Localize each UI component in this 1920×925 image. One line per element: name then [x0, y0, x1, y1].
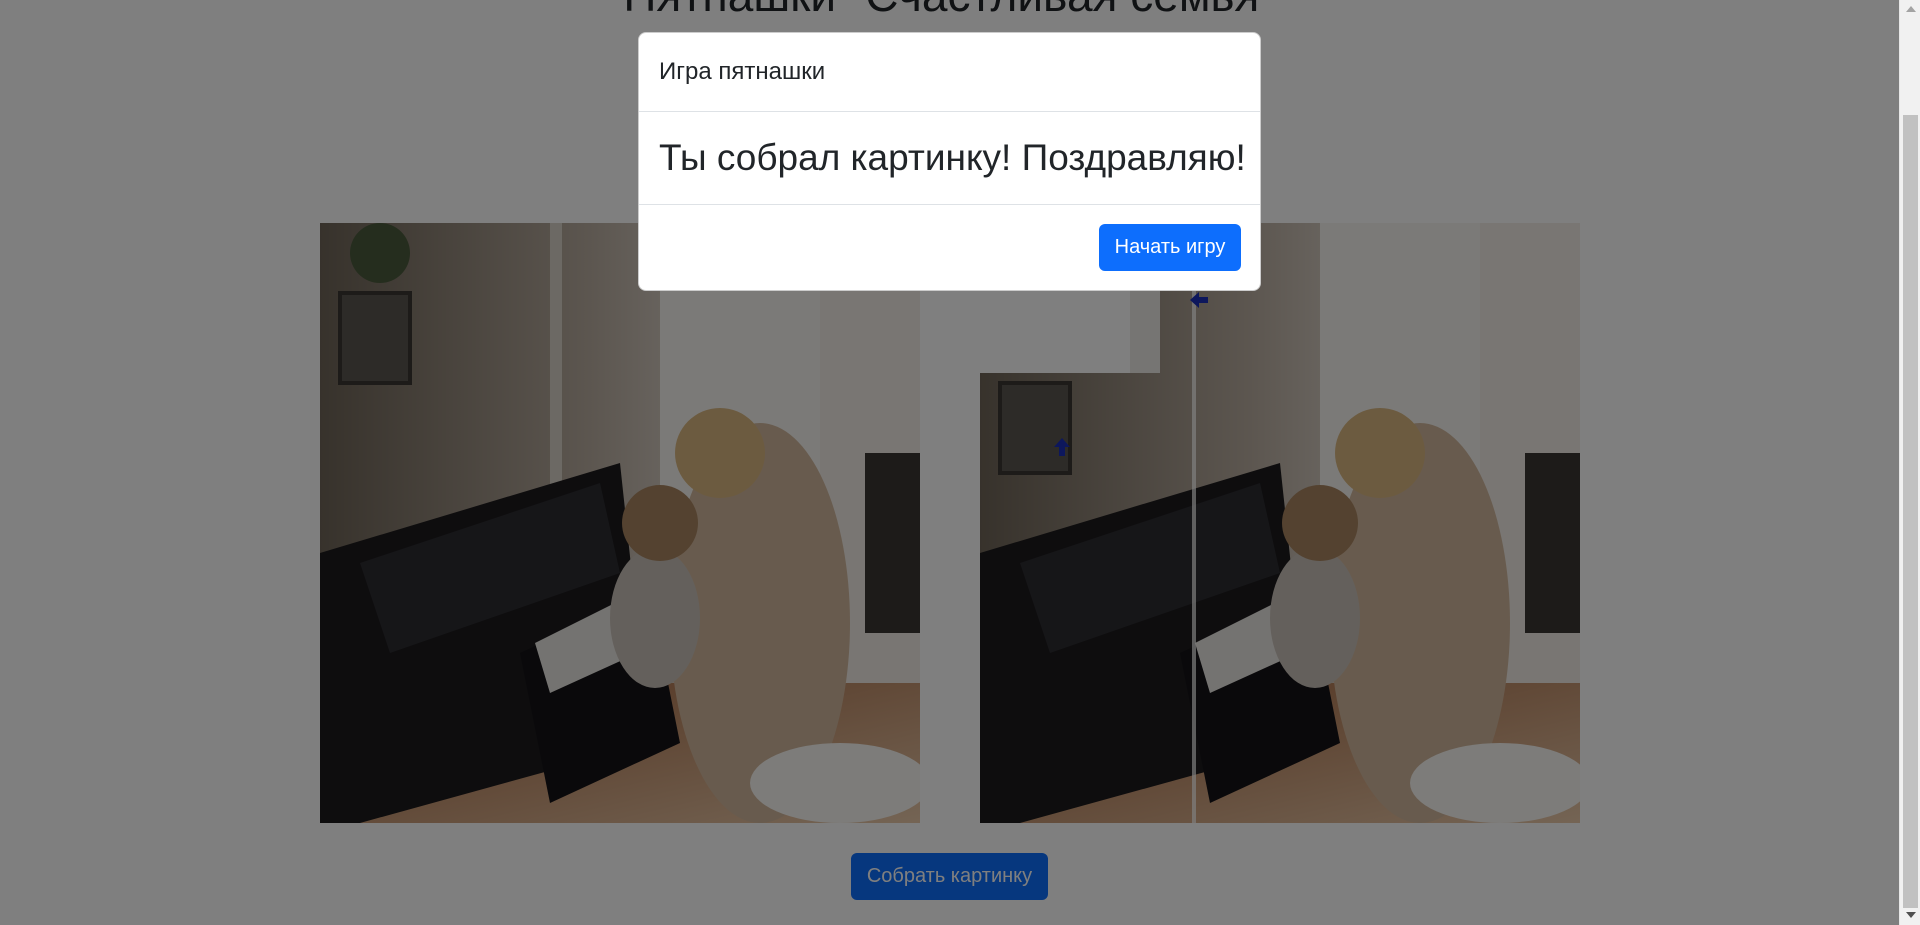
modal-header: Игра пятнашки	[639, 33, 1260, 112]
scroll-thumb[interactable]	[1903, 115, 1918, 908]
start-game-button[interactable]: Начать игру	[1099, 224, 1241, 271]
vertical-scrollbar[interactable]	[1899, 0, 1920, 925]
scroll-down-icon[interactable]	[1906, 912, 1916, 918]
modal-footer: Начать игру	[639, 205, 1260, 290]
scroll-up-icon[interactable]	[1906, 6, 1916, 12]
win-dialog: Игра пятнашки Ты собрал картинку! Поздра…	[638, 32, 1261, 291]
congrats-message: Ты собрал картинку! Поздравляю!	[659, 137, 1246, 178]
modal-title: Игра пятнашки	[659, 58, 826, 85]
modal-body: Ты собрал картинку! Поздравляю!	[639, 112, 1260, 205]
